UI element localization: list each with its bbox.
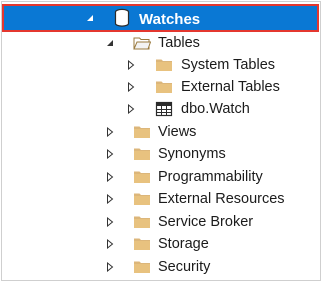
- tree-node-label: Views: [158, 124, 197, 140]
- database-icon: [113, 8, 131, 28]
- tree-node-dbo-watch[interactable]: dbo.Watch: [0, 98, 324, 120]
- tree-node-external-resources[interactable]: External Resources: [0, 188, 324, 210]
- tree-node-storage[interactable]: Storage: [0, 233, 324, 255]
- tree-node-label: Security: [158, 259, 211, 275]
- expand-arrow-icon[interactable]: [104, 143, 116, 165]
- tree-node-label: External Resources: [158, 191, 285, 207]
- tree-node-label: External Tables: [181, 79, 280, 95]
- expand-arrow-icon[interactable]: [104, 121, 116, 143]
- tree-node-label: Watches: [139, 11, 201, 28]
- tree-node-label: Synonyms: [158, 146, 226, 162]
- tree-node-views[interactable]: Views: [0, 121, 324, 143]
- folder-icon: [133, 236, 151, 252]
- tree-node-label: Service Broker: [158, 214, 254, 230]
- expand-arrow-icon[interactable]: [125, 54, 137, 76]
- expand-arrow-icon[interactable]: [104, 233, 116, 255]
- folder-icon: [155, 57, 173, 73]
- tree-node-service-broker[interactable]: Service Broker: [0, 211, 324, 233]
- expand-arrow-icon[interactable]: [125, 76, 137, 98]
- expand-arrow-icon[interactable]: [104, 256, 116, 278]
- open-folder-icon: [133, 35, 152, 51]
- tree-node-tables[interactable]: Tables: [0, 32, 324, 54]
- folder-icon: [155, 79, 173, 95]
- folder-icon: [133, 259, 151, 275]
- table-icon: [155, 101, 173, 117]
- tree-node-label: Storage: [158, 236, 209, 252]
- tree-node-label: System Tables: [181, 57, 276, 73]
- expand-arrow-icon[interactable]: [104, 188, 116, 210]
- folder-icon: [133, 169, 151, 185]
- collapse-arrow-icon[interactable]: [84, 7, 96, 29]
- folder-icon: [133, 214, 151, 230]
- tree-node-synonyms[interactable]: Synonyms: [0, 143, 324, 165]
- folder-icon: [133, 124, 151, 140]
- tree-node-system-tables[interactable]: System Tables: [0, 54, 324, 76]
- tree-node-watches[interactable]: Watches: [2, 4, 319, 32]
- tree-node-external-tables[interactable]: External Tables: [0, 76, 324, 98]
- expand-arrow-icon[interactable]: [104, 211, 116, 233]
- tree-node-security[interactable]: Security: [0, 256, 324, 278]
- collapse-arrow-icon[interactable]: [104, 32, 116, 54]
- tree-node-label: Tables: [158, 35, 200, 51]
- tree-node-label: dbo.Watch: [181, 101, 250, 117]
- folder-icon: [133, 191, 151, 207]
- folder-icon: [133, 146, 151, 162]
- expand-arrow-icon[interactable]: [125, 98, 137, 120]
- tree-node-programmability[interactable]: Programmability: [0, 166, 324, 188]
- tree-node-label: Programmability: [158, 169, 263, 185]
- expand-arrow-icon[interactable]: [104, 166, 116, 188]
